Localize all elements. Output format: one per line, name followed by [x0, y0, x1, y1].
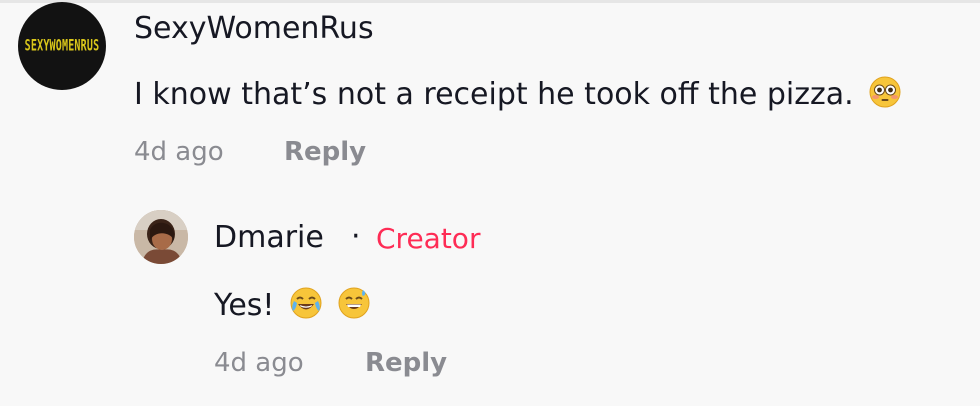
grinning-face-with-sweat-icon	[338, 287, 370, 325]
reply-reply-button[interactable]: Reply	[365, 350, 447, 376]
reply-text-content: Yes!	[214, 288, 275, 323]
separator-dot: ·	[351, 219, 361, 254]
reply-timestamp: 4d ago	[214, 348, 304, 378]
comment-text-content: I know that’s not a receipt he took off …	[134, 77, 854, 112]
reply-text: Yes!	[214, 287, 370, 325]
flushed-face-emoji-icon	[869, 76, 901, 114]
face-with-tears-of-joy-icon	[290, 287, 322, 325]
reply-avatar[interactable]	[134, 210, 188, 264]
person-photo-icon	[134, 210, 188, 264]
avatar-logo-text: SEXYWOMENRUS	[24, 37, 100, 55]
reply-button[interactable]: Reply	[284, 139, 366, 165]
creator-badge: Creator	[376, 222, 481, 255]
reply-username[interactable]: Dmarie	[214, 223, 324, 253]
avatar[interactable]: SEXYWOMENRUS	[18, 2, 106, 90]
comment-text: I know that’s not a receipt he took off …	[134, 76, 901, 114]
comment-username[interactable]: SexyWomenRus	[134, 14, 374, 44]
top-divider	[0, 0, 980, 3]
comment-timestamp: 4d ago	[134, 137, 224, 167]
